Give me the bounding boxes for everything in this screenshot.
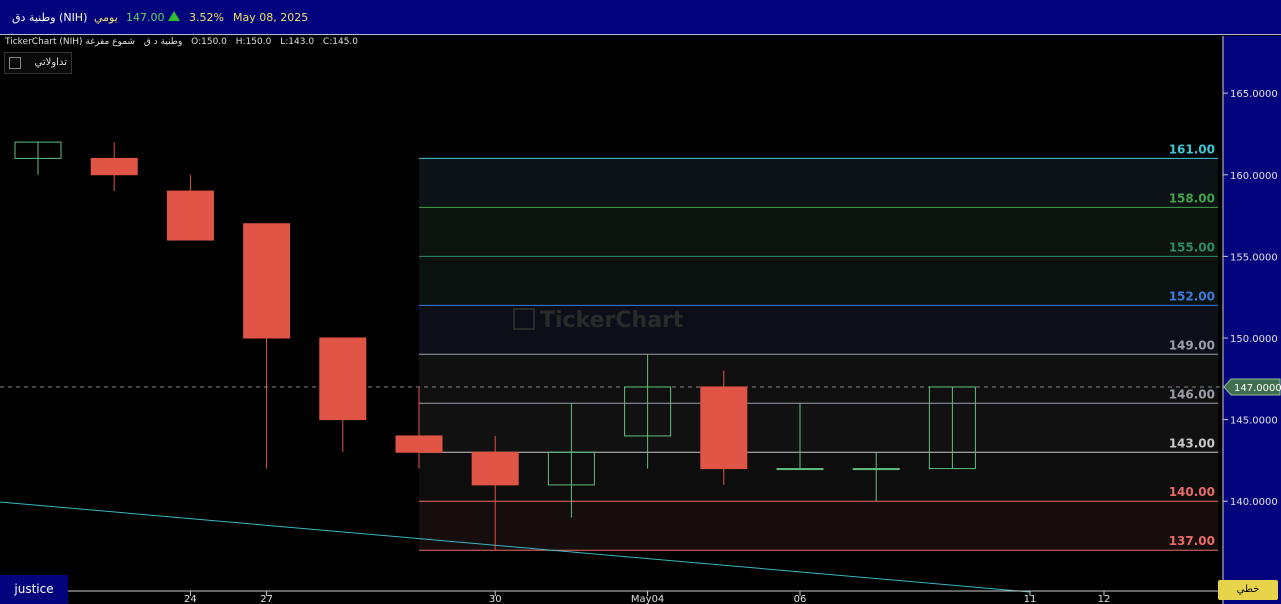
y-tick-label: 145.0000 — [1230, 416, 1278, 427]
x-tick-label: 27 — [260, 594, 273, 604]
level-band — [419, 256, 1218, 306]
level-label: 158.00 — [1169, 191, 1215, 205]
y-tick-label: 160.0000 — [1230, 171, 1278, 182]
x-tick-label: May04 — [631, 594, 664, 604]
high-value: H:150.0 — [235, 37, 272, 47]
level-band — [419, 305, 1218, 355]
close-value: C:145.0 — [322, 37, 359, 47]
period-label[interactable]: يومي — [94, 11, 118, 24]
candle-body — [319, 337, 367, 421]
level-label: 146.00 — [1169, 387, 1215, 401]
candle-body — [243, 223, 291, 339]
level-band — [419, 452, 1218, 502]
x-tick-label: 30 — [489, 594, 502, 604]
my-trades-button[interactable]: تداولاتي — [4, 52, 72, 74]
x-tick-label: 11 — [1024, 594, 1037, 604]
level-label: 140.00 — [1169, 485, 1215, 499]
justice-tab[interactable]: justice — [0, 575, 68, 604]
candle-body — [471, 451, 519, 486]
level-label: 149.00 — [1169, 338, 1215, 352]
y-tick-label: 140.0000 — [1230, 497, 1278, 508]
candle-body — [852, 468, 900, 471]
my-trades-label: تداولاتي — [34, 57, 67, 68]
y-tick-label: 165.0000 — [1230, 89, 1278, 100]
candle-body — [90, 157, 138, 176]
candle-body — [776, 468, 824, 471]
candle-body — [166, 190, 214, 241]
y-tick-label: 155.0000 — [1230, 252, 1278, 263]
level-band — [419, 403, 1218, 453]
symbol-name[interactable]: وطنية دق (NIH) — [12, 11, 87, 24]
level-band — [419, 354, 1218, 404]
ohlc-info-line: TickerChart (NIH) وطنية د ق شموع مفرغة O… — [5, 37, 364, 47]
x-tick-label: 24 — [184, 594, 197, 604]
y-tick-label: 150.0000 — [1230, 334, 1278, 345]
last-price-tag-label: 147.0000 — [1234, 383, 1281, 394]
chart-mode-button[interactable]: خطي — [1218, 580, 1278, 600]
cart-icon — [9, 57, 21, 69]
level-band — [419, 501, 1218, 551]
level-label: 143.00 — [1169, 436, 1215, 450]
header-bar: وطنية دق (NIH) يومي 147.00 3.52% May 08,… — [0, 0, 1281, 35]
date-label: May 08, 2025 — [233, 11, 309, 24]
open-value: O:150.0 — [191, 37, 227, 47]
up-arrow-icon — [168, 11, 180, 21]
level-label: 161.00 — [1169, 142, 1215, 156]
last-price: 147.00 — [126, 11, 165, 24]
candle-body — [395, 435, 443, 453]
low-value: L:143.0 — [280, 37, 315, 47]
change-percent: 3.52% — [189, 11, 224, 24]
watermark-text: TickerChart — [540, 308, 684, 333]
x-tick-label: 12 — [1098, 594, 1111, 604]
candlestick-chart[interactable]: TickerChart 161.00 158.00 155.00 152.00 149.0… — [0, 36, 1281, 604]
candle-body — [700, 386, 748, 470]
level-band — [419, 207, 1218, 257]
level-label: 155.00 — [1169, 240, 1215, 254]
x-tick-label: 06 — [794, 594, 807, 604]
level-band — [419, 158, 1218, 208]
chart-type-label: شموع مفرغة — [85, 37, 135, 47]
level-label: 137.00 — [1169, 534, 1215, 548]
level-label: 152.00 — [1169, 289, 1215, 303]
